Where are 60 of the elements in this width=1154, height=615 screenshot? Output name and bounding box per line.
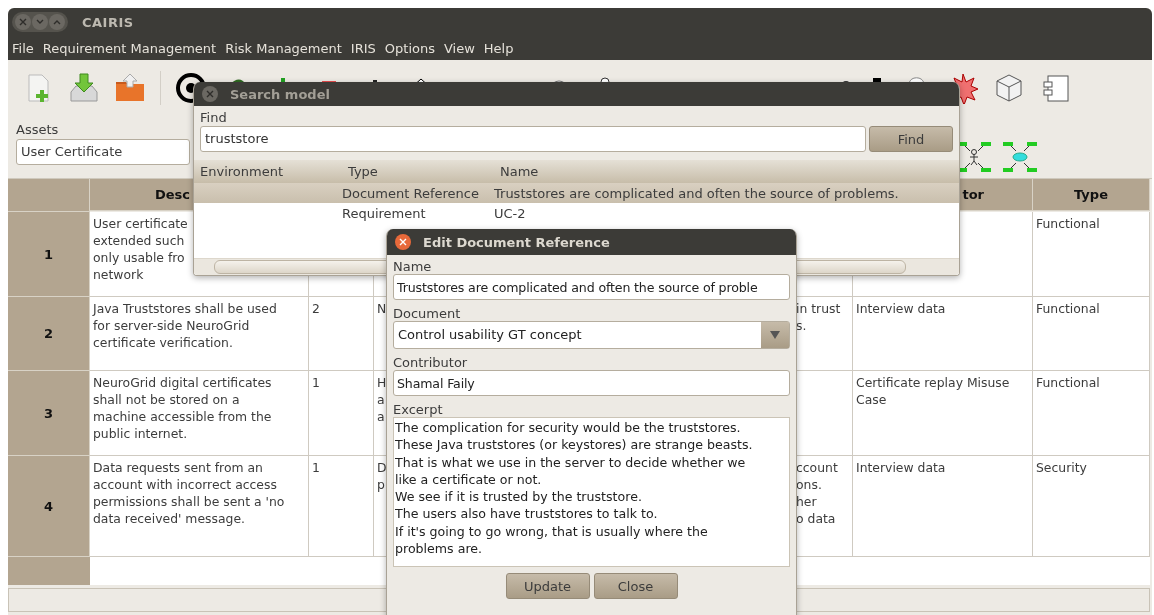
dropdown-arrow-icon (770, 331, 780, 339)
table-cell: Data requests sent from an account with incorrect access permissions shall be sent a 'no data received' message. (90, 456, 309, 557)
dialog-button[interactable]: Close (593, 573, 678, 599)
menu-item[interactable]: View (444, 40, 475, 56)
dialog-title: Edit Document Reference (423, 234, 610, 250)
table-cell: Functional (1033, 212, 1150, 297)
menu-item[interactable]: Risk Management (225, 40, 342, 56)
window-title: CAIRIS (82, 14, 134, 30)
table-cell: Java Truststores shall be used for server-side NeuroGrid certificate verification. (90, 297, 309, 371)
cube-icon[interactable] (993, 72, 1025, 104)
menu-item[interactable]: Help (483, 40, 514, 56)
table-cell: Interview data (853, 297, 1033, 371)
table-cell: Certificate replay Misuse Case (853, 371, 1033, 456)
find-button[interactable]: Find (869, 126, 953, 152)
column-header[interactable]: Environment (200, 164, 348, 179)
table-cell-text: Truststores are complicated and often the source of problems. (494, 185, 900, 201)
menu-item[interactable]: IRIS (350, 40, 376, 56)
column-header[interactable]: Type (348, 164, 500, 179)
folder-upload-icon[interactable] (114, 72, 146, 104)
field-label: Excerpt (393, 402, 444, 417)
table-cell: 1 (309, 456, 374, 557)
minimize-icon[interactable] (32, 14, 48, 30)
table-cell-text: Requirement (342, 205, 427, 221)
search-field[interactable]: truststore (200, 126, 866, 152)
ellipse-icon[interactable] (1003, 142, 1037, 172)
column-header[interactable]: Name (500, 164, 959, 179)
input-field[interactable]: Truststores are complicated and often the source of proble (393, 274, 790, 300)
table-cell: 1 (309, 371, 374, 456)
menu-item[interactable]: Requirement Management (42, 40, 217, 56)
table-cell: NeuroGrid digital certificates shall not be stored on a machine accessible from the public internet. (90, 371, 309, 456)
actor-icon[interactable] (957, 142, 991, 172)
menu-item[interactable]: Options (384, 40, 435, 56)
table-cell-text: UC-2 (494, 205, 527, 221)
download-tray-icon[interactable] (68, 72, 100, 104)
menu-item[interactable]: File (12, 40, 34, 56)
table-cell: Interview data (853, 456, 1033, 557)
row-header[interactable]: 3 (8, 371, 90, 456)
table-cell: 2 (309, 297, 374, 371)
excerpt-field[interactable]: The complication for security would be the truststores. These Java truststores (or keystores) are strange beasts. That is what we use in the server to decide whether we like a certificate or not. We see if it is trusted by the truststore. The users also have truststores to talk to. If it's going to go wrong, that is usually where the problems are. (393, 417, 790, 567)
field-label: Document (393, 306, 462, 321)
close-icon[interactable] (395, 234, 411, 250)
row-header[interactable]: 4 (8, 456, 90, 557)
field-label: Contributor (393, 355, 469, 370)
table-cell: Security (1033, 456, 1150, 557)
table-cell: Functional (1033, 371, 1150, 456)
assets-field[interactable]: User Certificate (16, 139, 190, 165)
row-header[interactable]: 2 (8, 297, 90, 371)
field-label: Name (393, 259, 433, 274)
dialog-button[interactable]: Update (505, 573, 590, 599)
maximize-icon[interactable] (49, 14, 65, 30)
field-label: Assets (16, 122, 60, 137)
input-field[interactable]: Shamal Faily (393, 370, 790, 396)
column-header[interactable]: Type (1033, 179, 1150, 211)
document-dropdown[interactable]: Control usability GT concept (393, 321, 790, 349)
table-cell: Functional (1033, 297, 1150, 371)
dialog-title: Search model (230, 86, 330, 102)
result-row[interactable]: Document Reference Truststores are complicated and often the source of problems. (194, 183, 959, 203)
table-cell-text: Document Reference (342, 185, 480, 201)
field-label: Find (200, 110, 228, 125)
row-header[interactable]: 1 (8, 212, 90, 297)
